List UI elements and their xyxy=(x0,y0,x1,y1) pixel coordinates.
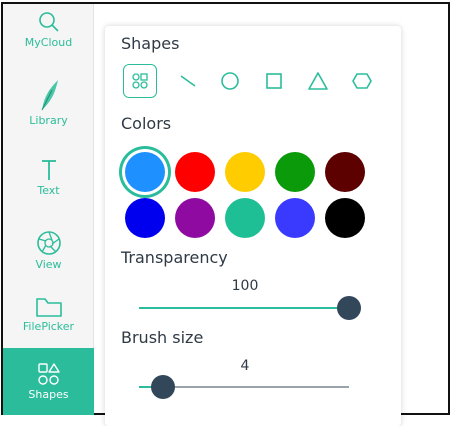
sidebar-item-library[interactable]: Library xyxy=(3,78,94,138)
brush-size-heading: Brush size xyxy=(121,328,204,347)
brush-size-track xyxy=(163,386,349,388)
color-swatch[interactable] xyxy=(275,198,315,238)
transparency-heading: Transparency xyxy=(121,248,228,267)
sidebar-item-label: FilePicker xyxy=(22,320,75,333)
color-swatch[interactable] xyxy=(275,152,315,192)
folder-icon xyxy=(35,298,62,317)
transparency-thumb[interactable] xyxy=(337,296,361,320)
sidebar-item-mycloud[interactable]: MyCloud xyxy=(3,10,94,66)
colors-heading: Colors xyxy=(121,114,172,133)
sidebar-item-label: MyCloud xyxy=(24,36,73,49)
sidebar-item-label: Shapes xyxy=(28,388,69,401)
color-swatch[interactable] xyxy=(225,152,265,192)
transparency-value: 100 xyxy=(231,278,259,294)
shape-circle-button[interactable] xyxy=(215,66,245,96)
sidebar-item-text[interactable]: Text xyxy=(3,158,94,208)
transparency-track xyxy=(139,307,349,309)
shape-line-button[interactable] xyxy=(173,66,203,96)
shape-hexagon-button[interactable] xyxy=(347,66,377,96)
triangle-icon xyxy=(308,72,328,90)
square-icon xyxy=(266,73,282,89)
color-swatch[interactable] xyxy=(175,198,215,238)
sidebar-item-label: View xyxy=(35,258,62,271)
shapes-heading: Shapes xyxy=(121,34,180,53)
aperture-icon xyxy=(36,231,61,255)
shapes-panel: Shapes Colors Transparency 100 Brush siz… xyxy=(105,26,401,426)
feather-icon xyxy=(41,80,58,111)
app-frame: MyCloud Library Text View FilePicker Sha… xyxy=(1,2,450,426)
mixed-shapes-icon xyxy=(132,73,148,89)
sidebar-item-filepicker[interactable]: FilePicker xyxy=(3,296,94,346)
hexagon-icon xyxy=(352,73,372,89)
brush-size-thumb[interactable] xyxy=(151,375,175,399)
color-swatch[interactable] xyxy=(125,198,165,238)
sidebar: MyCloud Library Text View FilePicker Sha… xyxy=(3,4,94,415)
search-icon xyxy=(38,12,59,32)
sidebar-item-label: Text xyxy=(37,184,60,197)
sidebar-item-shapes[interactable]: Shapes xyxy=(3,348,94,415)
color-swatch[interactable] xyxy=(225,198,265,238)
color-swatch[interactable] xyxy=(325,198,365,238)
line-icon xyxy=(180,75,196,87)
color-swatch[interactable] xyxy=(325,152,365,192)
shape-triangle-button[interactable] xyxy=(303,66,333,96)
color-swatch[interactable] xyxy=(175,152,215,192)
shape-square-button[interactable] xyxy=(259,66,289,96)
sidebar-item-label: Library xyxy=(29,114,68,127)
brush-size-value: 4 xyxy=(240,358,250,374)
color-swatch[interactable] xyxy=(125,152,165,192)
sidebar-item-view[interactable]: View xyxy=(3,230,94,280)
text-icon xyxy=(41,160,56,180)
circle-icon xyxy=(221,72,239,90)
shapes-icon xyxy=(37,363,60,385)
shape-mixed-button[interactable] xyxy=(123,64,157,98)
